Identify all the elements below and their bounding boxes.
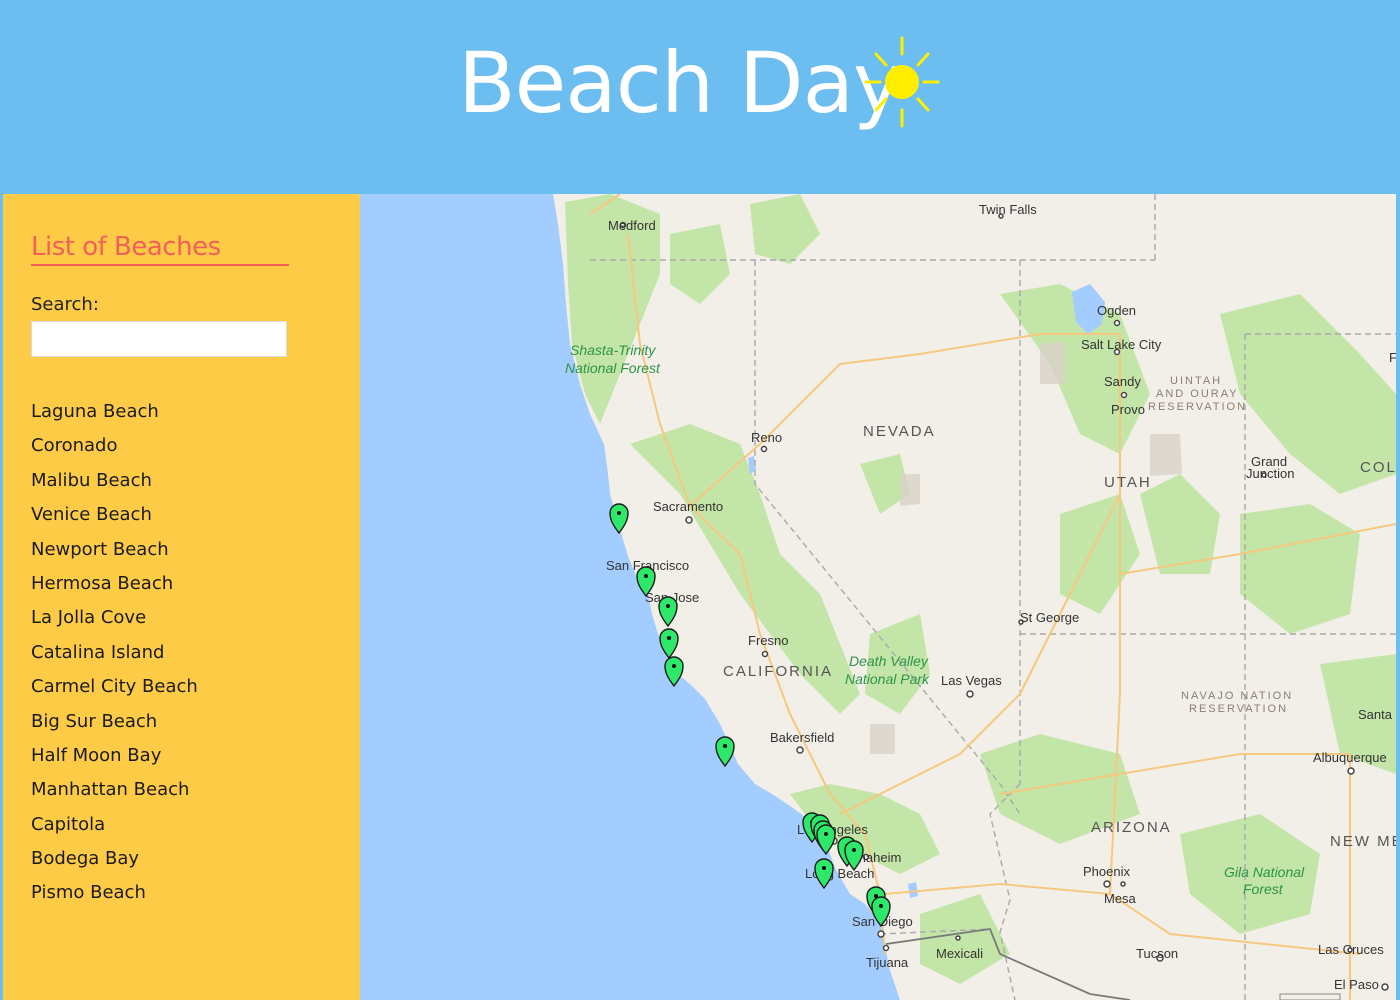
- map-label-uintah-2: AND OURAY: [1156, 388, 1239, 400]
- beach-list-item[interactable]: Big Sur Beach: [31, 705, 198, 739]
- beach-list-item[interactable]: Newport Beach: [31, 533, 198, 567]
- map-label-navajo-1: NAVAJO NATION: [1181, 690, 1293, 702]
- map-label-fresno: Fresno: [748, 633, 788, 648]
- map-label-albuquerque: Albuquerque: [1313, 750, 1387, 765]
- map-label-sandy: Sandy: [1104, 374, 1141, 389]
- map-label-grand-junction-2: Junction: [1246, 466, 1294, 481]
- map-label-st-george: St George: [1020, 610, 1079, 625]
- map-label-santa-fe: Santa F: [1358, 707, 1396, 722]
- map-view[interactable]: Medford Twin Falls Ogden Salt Lake City …: [360, 194, 1396, 1000]
- app-header: Beach Day: [0, 0, 1400, 194]
- map-label-gila-2: Forest: [1243, 881, 1284, 897]
- map-label-shasta-1: Shasta-Trinity: [570, 342, 656, 358]
- map-label-tijuana: Tijuana: [866, 955, 909, 970]
- beach-list-item[interactable]: Capitola: [31, 808, 198, 842]
- map-canvas[interactable]: Medford Twin Falls Ogden Salt Lake City …: [360, 194, 1396, 1000]
- map-label-edge-f: F: [1389, 350, 1396, 365]
- app-title: Beach Day: [458, 34, 903, 132]
- map-label-colorado: COLO: [1360, 459, 1396, 476]
- beach-list-item[interactable]: Coronado: [31, 429, 198, 463]
- sidebar: List of Beaches Search: Laguna Beach Cor…: [3, 194, 360, 1000]
- map-label-el-paso: El Paso: [1334, 977, 1379, 992]
- map-label-arizona: ARIZONA: [1091, 819, 1172, 836]
- beach-list-item[interactable]: Hermosa Beach: [31, 567, 198, 601]
- map-label-new-mexico: NEW MEX: [1330, 833, 1396, 850]
- beach-marker-catalina-island[interactable]: [814, 858, 834, 890]
- search-label: Search:: [31, 294, 99, 315]
- map-label-ogden: Ogden: [1097, 303, 1136, 318]
- sun-icon: [864, 36, 940, 128]
- map-label-death-valley-1: Death Valley: [849, 653, 929, 669]
- map-label-phoenix: Phoenix: [1083, 864, 1130, 879]
- beach-list-item[interactable]: La Jolla Cove: [31, 601, 198, 635]
- sidebar-title: List of Beaches: [31, 232, 289, 266]
- map-label-twin-falls: Twin Falls: [979, 202, 1037, 217]
- map-label-uintah-3: RESERVATION: [1148, 401, 1247, 413]
- beach-list-item[interactable]: Half Moon Bay: [31, 739, 198, 773]
- map-label-las-vegas: Las Vegas: [941, 673, 1002, 688]
- map-label-salt-lake-city: Salt Lake City: [1081, 337, 1162, 352]
- map-label-shasta-2: National Forest: [565, 360, 661, 376]
- beach-list-item[interactable]: Venice Beach: [31, 498, 198, 532]
- beach-list-item[interactable]: Malibu Beach: [31, 464, 198, 498]
- beach-list-item[interactable]: Manhattan Beach: [31, 773, 198, 807]
- map-label-mesa: Mesa: [1104, 891, 1137, 906]
- map-label-california: CALIFORNIA: [723, 663, 833, 680]
- map-label-utah: UTAH: [1104, 474, 1152, 491]
- beach-marker-big-sur-beach[interactable]: [664, 656, 684, 688]
- search-input[interactable]: [31, 321, 287, 357]
- map-label-uintah-1: UINTAH: [1170, 375, 1222, 387]
- map-label-death-valley-2: National Park: [845, 671, 930, 687]
- map-label-mexicali: Mexicali: [936, 946, 983, 961]
- map-label-medford: Medford: [608, 218, 656, 233]
- map-label-tucson: Tucson: [1136, 946, 1178, 961]
- beach-list: Laguna Beach Coronado Malibu Beach Venic…: [31, 395, 198, 911]
- map-label-bakersfield: Bakersfield: [770, 730, 834, 745]
- map-label-sacramento: Sacramento: [653, 499, 723, 514]
- page-edge-right: [1396, 194, 1400, 1000]
- map-label-nevada: NEVADA: [863, 423, 936, 440]
- beach-list-item[interactable]: Bodega Bay: [31, 842, 198, 876]
- map-label-gila-1: Gila National: [1224, 864, 1305, 880]
- beach-list-item[interactable]: Carmel City Beach: [31, 670, 198, 704]
- beach-marker-pismo-beach[interactable]: [715, 736, 735, 768]
- beach-list-item[interactable]: Pismo Beach: [31, 876, 198, 910]
- map-label-navajo-2: RESERVATION: [1189, 703, 1288, 715]
- map-label-reno: Reno: [751, 430, 782, 445]
- map-label-las-cruces: Las Cruces: [1318, 942, 1384, 957]
- beach-list-item[interactable]: Laguna Beach: [31, 395, 198, 429]
- beach-list-item[interactable]: Catalina Island: [31, 636, 198, 670]
- map-label-provo: Provo: [1111, 402, 1145, 417]
